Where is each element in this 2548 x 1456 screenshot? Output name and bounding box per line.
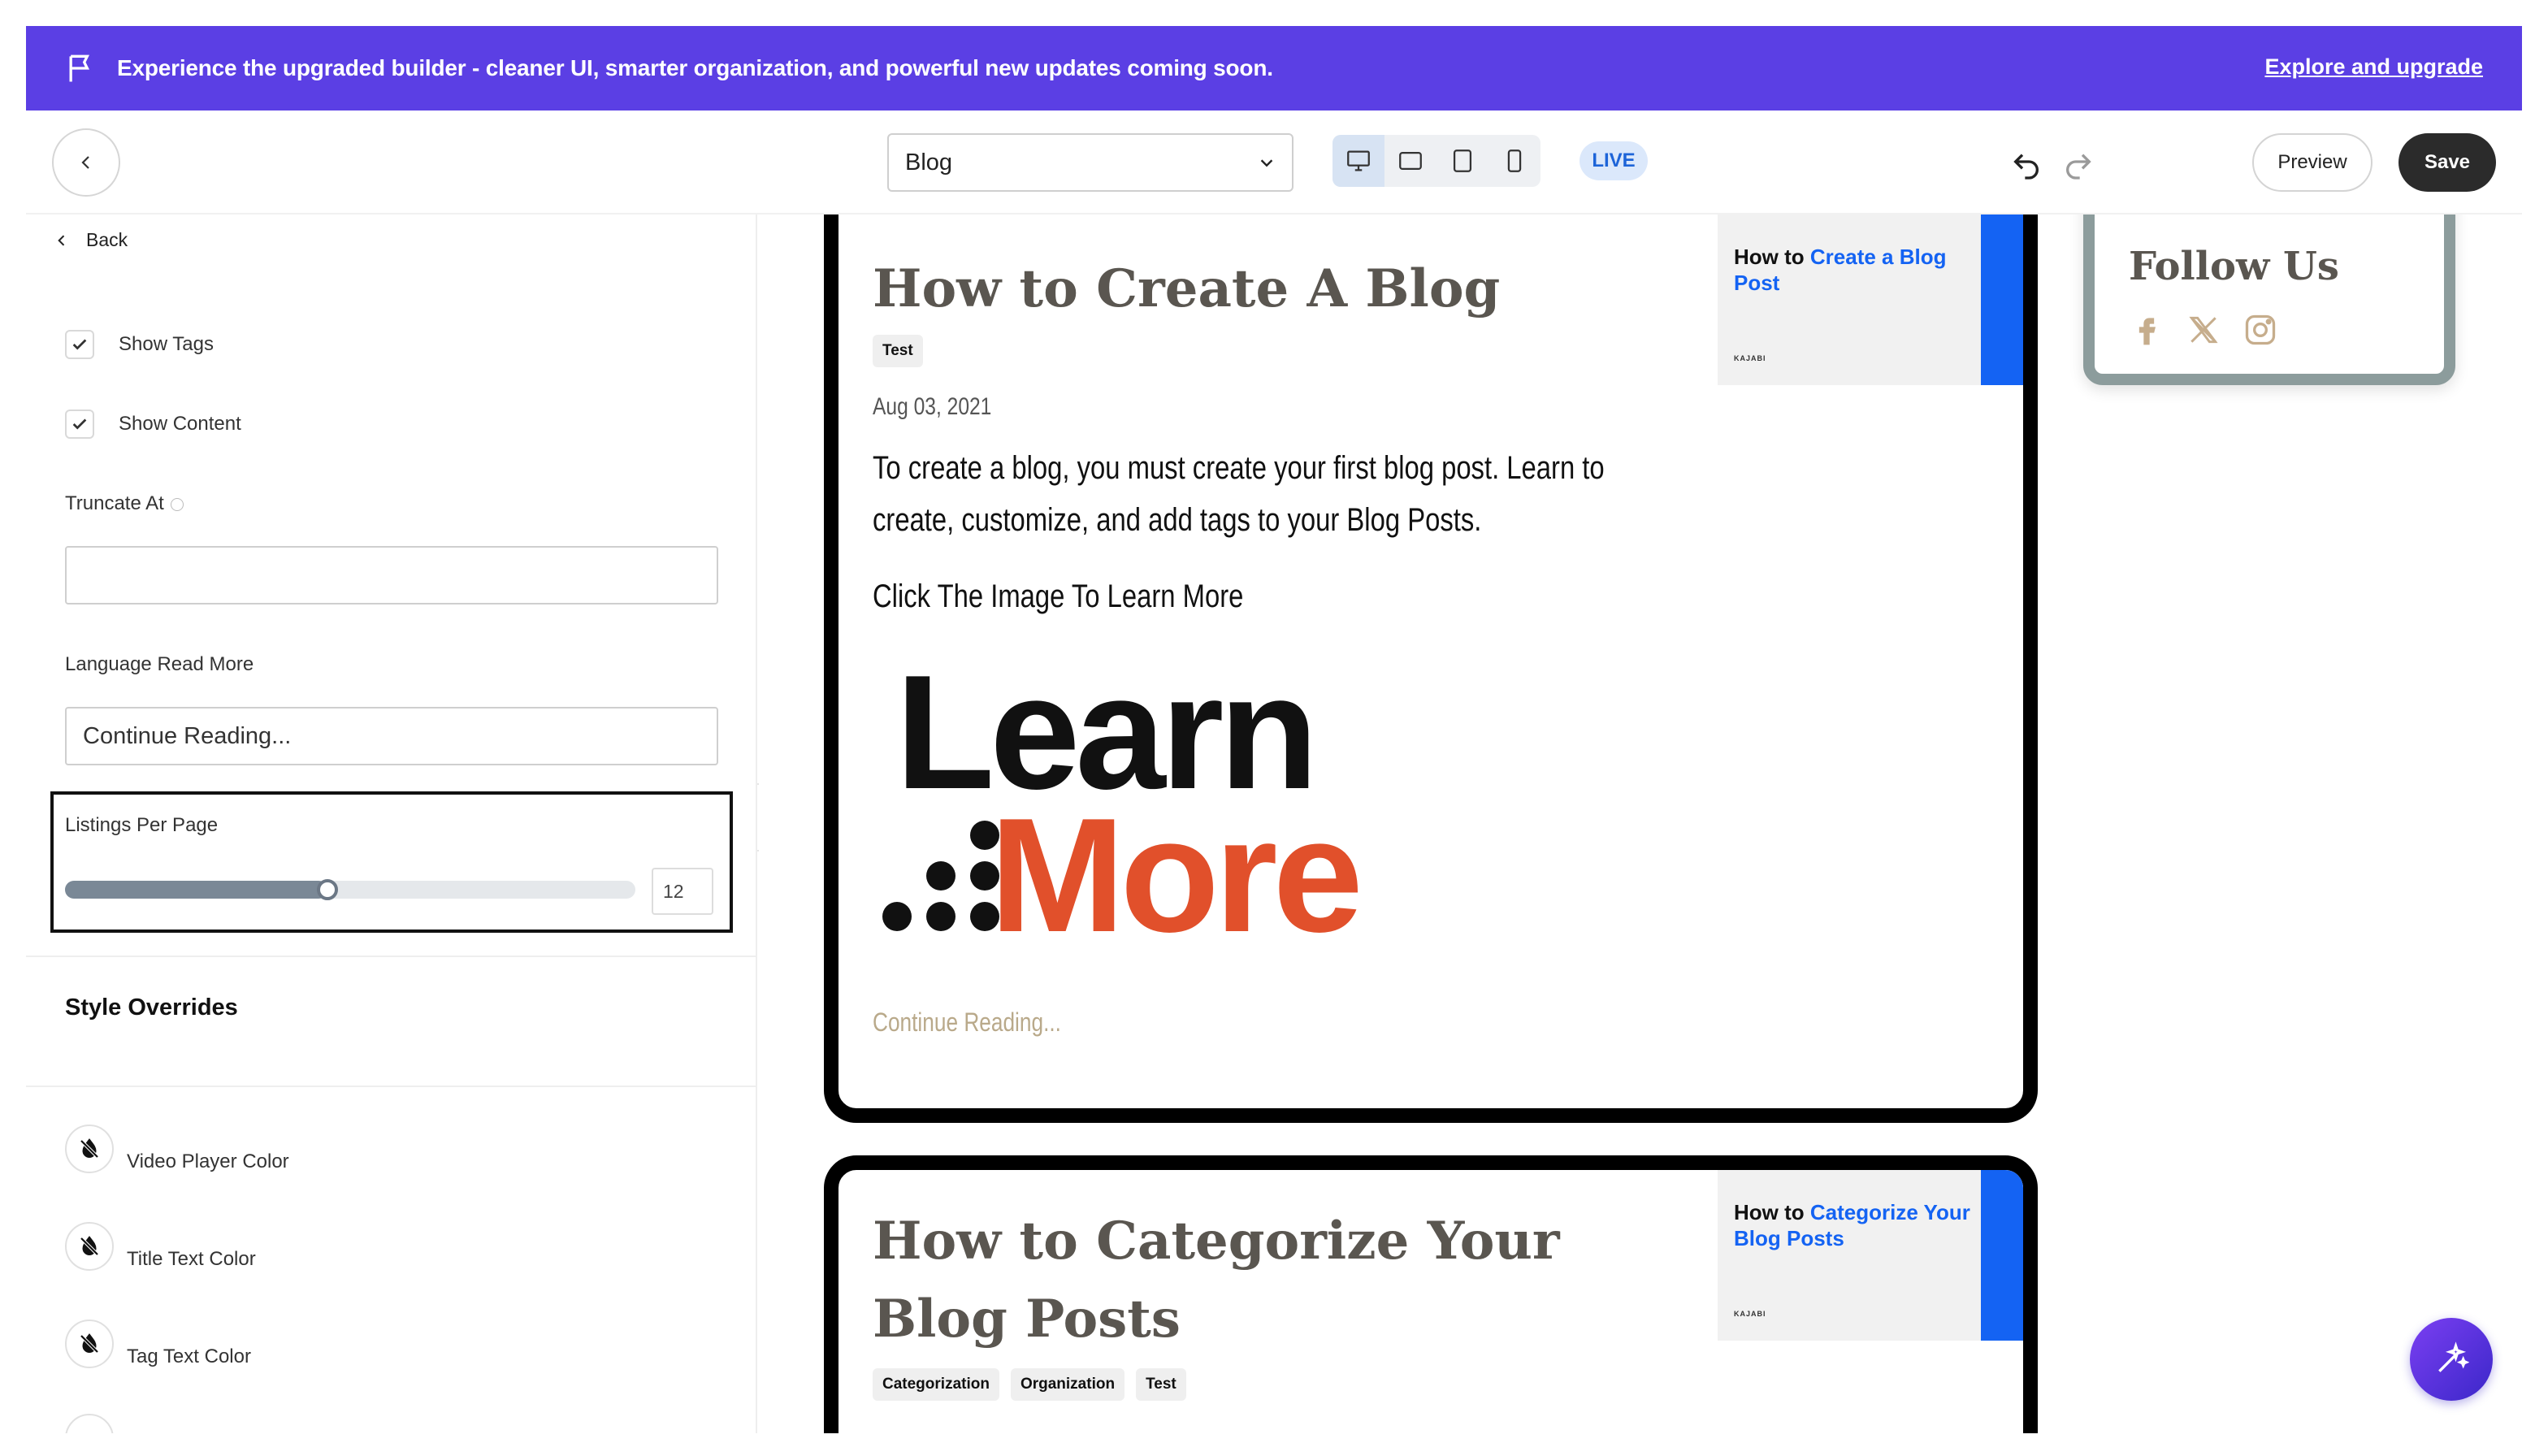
listings-per-page-slider[interactable] xyxy=(65,879,635,900)
post-title[interactable]: How to Categorize Your Blog Posts xyxy=(873,1202,1604,1358)
learn-more-image-word-2: More xyxy=(990,785,1363,966)
post-title[interactable]: How to Create A Blog xyxy=(873,250,1500,328)
chevron-left-icon xyxy=(58,234,65,246)
post-thumbnail[interactable]: How to Categorize Your Blog Posts KAJABI xyxy=(1718,1170,2023,1341)
mobile-icon xyxy=(1507,150,1522,172)
tag-text-color-label: Tag Text Color xyxy=(127,1346,251,1367)
device-switcher xyxy=(1332,135,1540,187)
chevron-left-icon xyxy=(81,156,89,169)
checkmark-icon xyxy=(72,418,87,430)
title-text-color-label: Title Text Color xyxy=(127,1248,256,1270)
save-button[interactable]: Save xyxy=(2398,133,2496,192)
page-select[interactable]: Blog xyxy=(887,133,1294,192)
show-content-label: Show Content xyxy=(119,413,241,435)
thumbnail-stripe xyxy=(1981,1170,2023,1341)
style-overrides-title: Style Overrides xyxy=(65,994,238,1020)
video-player-color-label: Video Player Color xyxy=(127,1150,289,1172)
tablet-landscape-view-button[interactable] xyxy=(1384,135,1436,187)
thumbnail-title-prefix: How to xyxy=(1734,1200,1810,1224)
title-text-color-row[interactable]: Title Text Color xyxy=(65,1222,256,1271)
sparkle-wand-icon xyxy=(2438,1341,2469,1372)
language-read-more-label: Language Read More xyxy=(65,653,254,675)
show-tags-checkbox[interactable] xyxy=(65,330,94,359)
post-thumbnail[interactable]: How to Create a Blog Post KAJABI xyxy=(1718,214,2023,385)
exit-builder-button[interactable] xyxy=(52,128,120,197)
settings-panel: Back Show Tags Show Content Truncate At … xyxy=(26,214,757,1433)
truncate-at-label: Truncate At xyxy=(65,492,184,515)
ai-assistant-button[interactable] xyxy=(2410,1318,2493,1401)
undo-icon[interactable] xyxy=(2010,150,2043,182)
info-icon[interactable] xyxy=(170,497,184,511)
no-color-icon[interactable] xyxy=(65,1320,114,1368)
listings-per-page-value[interactable]: 12 xyxy=(652,868,713,915)
checkmark-icon xyxy=(72,339,87,350)
no-color-icon[interactable] xyxy=(65,1124,114,1173)
tag-pill[interactable]: Organization xyxy=(1010,1368,1125,1401)
tag-pill[interactable]: Categorization xyxy=(873,1368,999,1401)
thumbnail-title: How to Categorize Your Blog Posts xyxy=(1734,1199,1978,1251)
thumbnail-title-prefix: How to xyxy=(1734,245,1810,269)
kajabi-logo: KAJABI xyxy=(1734,1310,1766,1318)
explore-upgrade-link[interactable]: Explore and upgrade xyxy=(2264,50,2483,83)
section-divider xyxy=(26,1086,756,1087)
live-badge: LIVE xyxy=(1580,141,1648,180)
page-preview-canvas: How to Create A Blog Test Aug 03, 2021 T… xyxy=(759,214,2522,1433)
desktop-icon xyxy=(1347,150,1370,171)
no-color-icon[interactable] xyxy=(65,1222,114,1271)
continue-reading-link[interactable]: Continue Reading... xyxy=(873,1008,1061,1038)
truncate-at-input[interactable] xyxy=(65,546,718,604)
language-read-more-input[interactable]: Continue Reading... xyxy=(65,707,718,765)
post-tags: Test xyxy=(873,335,934,367)
slider-fill xyxy=(65,881,327,899)
flag-icon xyxy=(69,54,90,82)
blog-post-card[interactable]: How to Categorize Your Blog Posts Catego… xyxy=(824,1155,2038,1433)
slider-handle[interactable] xyxy=(316,879,338,900)
no-color-icon[interactable] xyxy=(65,1414,114,1433)
tablet-portrait-view-button[interactable] xyxy=(1436,135,1488,187)
panel-back-label: Back xyxy=(86,229,128,250)
chevron-down-icon xyxy=(1260,159,1273,167)
listings-per-page-label: Listings Per Page xyxy=(65,814,219,836)
tablet-portrait-icon xyxy=(1453,150,1472,172)
blog-post-card[interactable]: How to Create A Blog Test Aug 03, 2021 T… xyxy=(824,214,2038,1123)
facebook-icon[interactable] xyxy=(2129,312,2164,348)
tablet-landscape-icon xyxy=(1399,151,1422,171)
listings-per-page-control: Listings Per Page 12 xyxy=(50,791,733,933)
show-content-checkbox[interactable] xyxy=(65,410,94,439)
builder-toolbar: Blog LIVE Preview Save xyxy=(26,110,2522,214)
follow-us-widget: Follow Us xyxy=(2083,214,2455,385)
follow-us-title: Follow Us xyxy=(2129,244,2339,289)
post-tags: Categorization Organization Test xyxy=(873,1368,1198,1401)
thumbnail-stripe xyxy=(1981,214,2023,385)
instagram-icon[interactable] xyxy=(2242,312,2278,348)
show-tags-row[interactable]: Show Tags xyxy=(65,330,214,359)
tag-pill[interactable]: Test xyxy=(873,335,923,367)
post-click-text: Click The Image To Learn More xyxy=(873,578,1244,614)
panel-back-link[interactable]: Back xyxy=(54,229,128,251)
page-select-value: Blog xyxy=(905,149,953,176)
announcement-banner: Experience the upgraded builder - cleane… xyxy=(26,26,2522,110)
mobile-view-button[interactable] xyxy=(1488,135,1540,187)
show-tags-label: Show Tags xyxy=(119,333,214,355)
banner-text: Experience the upgraded builder - cleane… xyxy=(117,55,1273,80)
kajabi-logo: KAJABI xyxy=(1734,354,1766,362)
preview-button[interactable]: Preview xyxy=(2252,133,2372,192)
redo-icon[interactable] xyxy=(2062,150,2095,182)
next-color-row[interactable] xyxy=(65,1414,114,1433)
show-content-row[interactable]: Show Content xyxy=(65,410,241,439)
x-icon[interactable] xyxy=(2186,312,2221,348)
truncate-at-label-text: Truncate At xyxy=(65,492,164,514)
video-player-color-row[interactable]: Video Player Color xyxy=(65,1124,289,1173)
desktop-view-button[interactable] xyxy=(1332,135,1384,187)
tag-pill[interactable]: Test xyxy=(1136,1368,1186,1401)
section-divider xyxy=(26,956,756,957)
tag-text-color-row[interactable]: Tag Text Color xyxy=(65,1320,251,1368)
post-excerpt: To create a blog, you must create your f… xyxy=(873,450,1605,538)
thumbnail-title: How to Create a Blog Post xyxy=(1734,244,1978,296)
post-date: Aug 03, 2021 xyxy=(873,393,992,420)
